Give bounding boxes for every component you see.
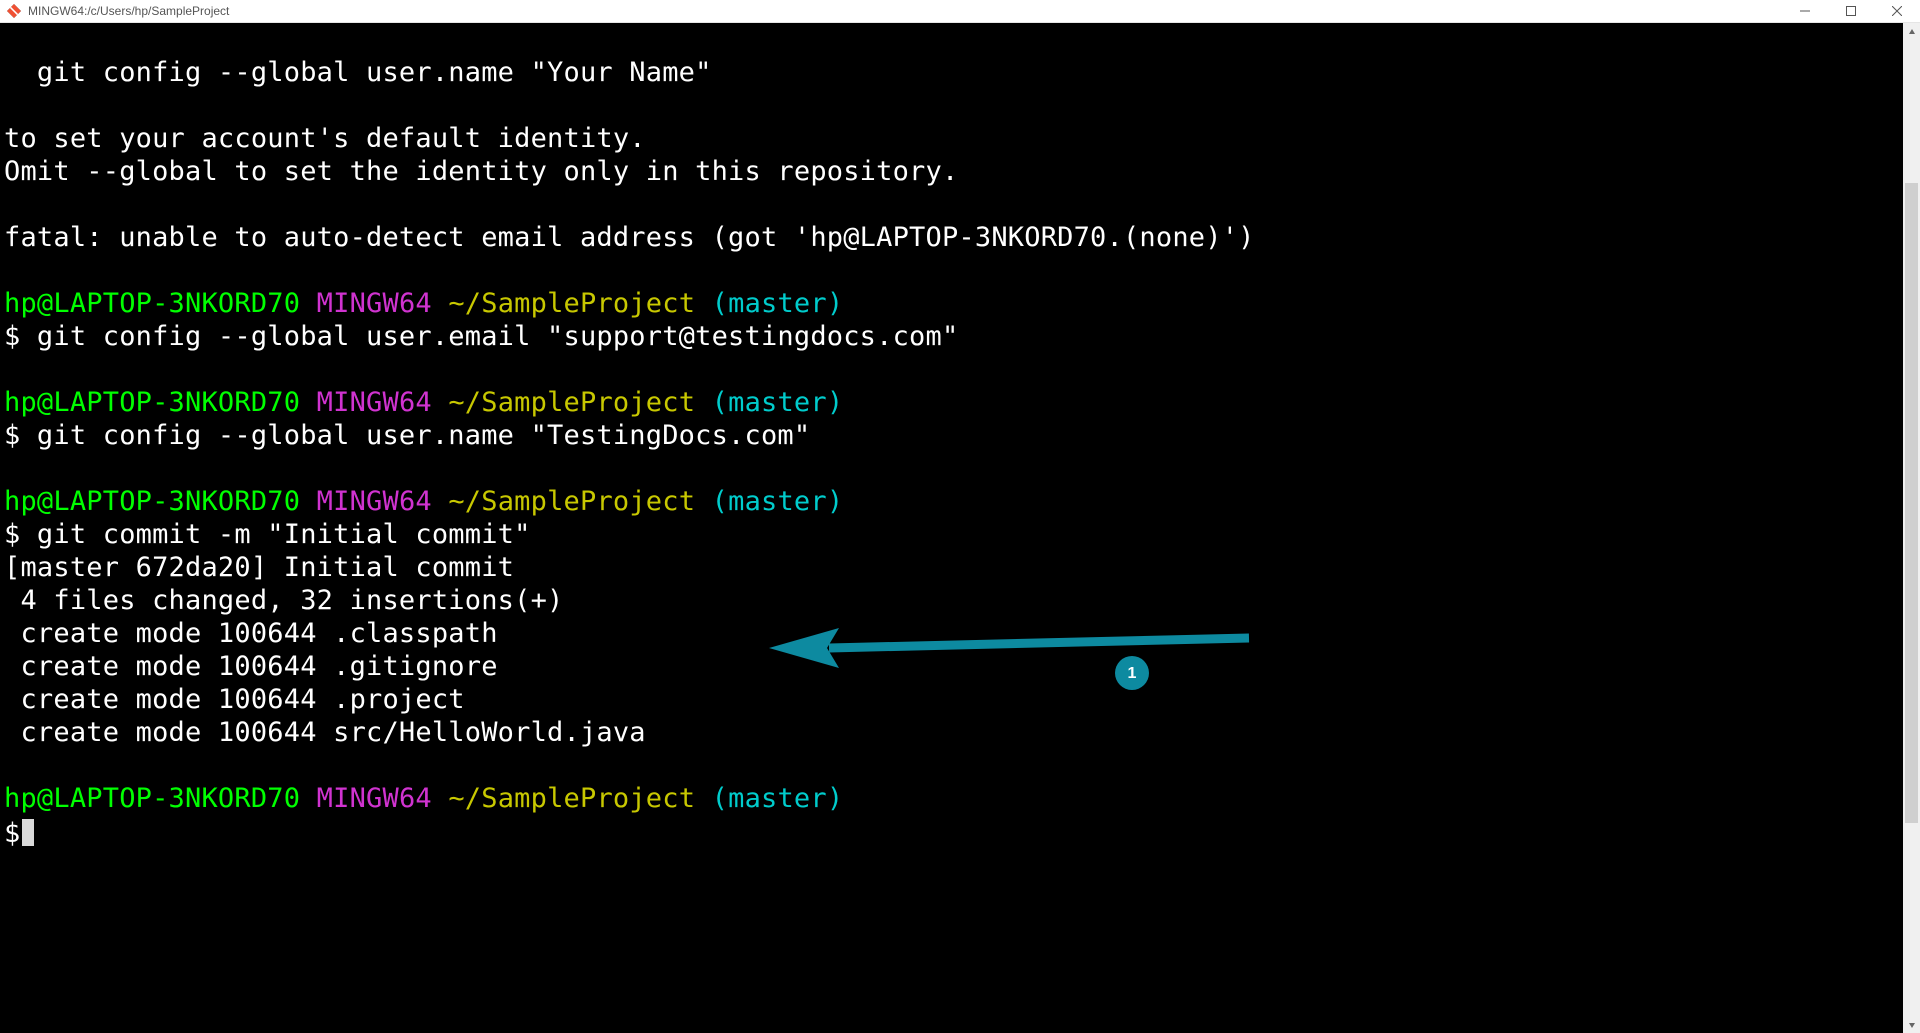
terminal[interactable]: git config --global user.name "Your Name…	[0, 23, 1903, 1033]
window-title: MINGW64:/c/Users/hp/SampleProject	[28, 4, 229, 18]
prompt-branch: (master)	[712, 486, 844, 517]
prompt-line: hp@LAPTOP-3NKORD70 MINGW64 ~/SampleProje…	[4, 288, 843, 319]
terminal-command: $ git commit -m "Initial commit"	[4, 519, 531, 550]
minimize-button[interactable]	[1782, 0, 1828, 23]
terminal-command: $ git config --global user.email "suppor…	[4, 321, 958, 352]
prompt-path: ~/SampleProject	[448, 387, 695, 418]
prompt-path: ~/SampleProject	[448, 288, 695, 319]
scrollbar-up-arrow-icon[interactable]	[1903, 23, 1920, 40]
terminal-line: fatal: unable to auto-detect email addre…	[4, 222, 1255, 253]
terminal-output: create mode 100644 .project	[4, 684, 465, 715]
scrollbar-thumb[interactable]	[1905, 183, 1918, 823]
terminal-container: git config --global user.name "Your Name…	[0, 23, 1920, 1033]
terminal-output: create mode 100644 src/HelloWorld.java	[4, 717, 646, 748]
cursor	[22, 819, 34, 846]
prompt-path: ~/SampleProject	[448, 486, 695, 517]
terminal-output: [master 672da20] Initial commit	[4, 552, 514, 583]
terminal-command: $ git config --global user.name "Testing…	[4, 420, 810, 451]
prompt-branch: (master)	[712, 288, 844, 319]
terminal-line: git config --global user.name "Your Name…	[4, 57, 712, 88]
prompt-env: MINGW64	[317, 387, 432, 418]
prompt-line: hp@LAPTOP-3NKORD70 MINGW64 ~/SampleProje…	[4, 486, 843, 517]
terminal-output: create mode 100644 .gitignore	[4, 651, 498, 682]
prompt-user: hp@LAPTOP-3NKORD70	[4, 486, 300, 517]
prompt-dollar: $	[4, 818, 20, 849]
prompt-line: hp@LAPTOP-3NKORD70 MINGW64 ~/SampleProje…	[4, 387, 843, 418]
annotation-badge: 1	[1115, 590, 1214, 756]
vertical-scrollbar[interactable]	[1903, 23, 1920, 1033]
prompt-env: MINGW64	[317, 783, 432, 814]
prompt-user: hp@LAPTOP-3NKORD70	[4, 783, 300, 814]
prompt-user: hp@LAPTOP-3NKORD70	[4, 288, 300, 319]
prompt-env: MINGW64	[317, 288, 432, 319]
prompt-line: hp@LAPTOP-3NKORD70 MINGW64 ~/SampleProje…	[4, 783, 843, 814]
prompt-path: ~/SampleProject	[448, 783, 695, 814]
prompt-env: MINGW64	[317, 486, 432, 517]
close-button[interactable]	[1874, 0, 1920, 23]
terminal-output: 4 files changed, 32 insertions(+)	[4, 585, 563, 616]
app-icon	[6, 3, 22, 19]
annotation-arrow	[670, 585, 1170, 645]
prompt-branch: (master)	[712, 783, 844, 814]
terminal-output: create mode 100644 .classpath	[4, 618, 498, 649]
prompt-user: hp@LAPTOP-3NKORD70	[4, 387, 300, 418]
prompt-branch: (master)	[712, 387, 844, 418]
scrollbar-down-arrow-icon[interactable]	[1903, 1016, 1920, 1033]
maximize-button[interactable]	[1828, 0, 1874, 23]
annotation-badge-label: 1	[1115, 656, 1149, 690]
window-titlebar: MINGW64:/c/Users/hp/SampleProject	[0, 0, 1920, 23]
terminal-line: Omit --global to set the identity only i…	[4, 156, 958, 187]
terminal-line: to set your account's default identity.	[4, 123, 646, 154]
